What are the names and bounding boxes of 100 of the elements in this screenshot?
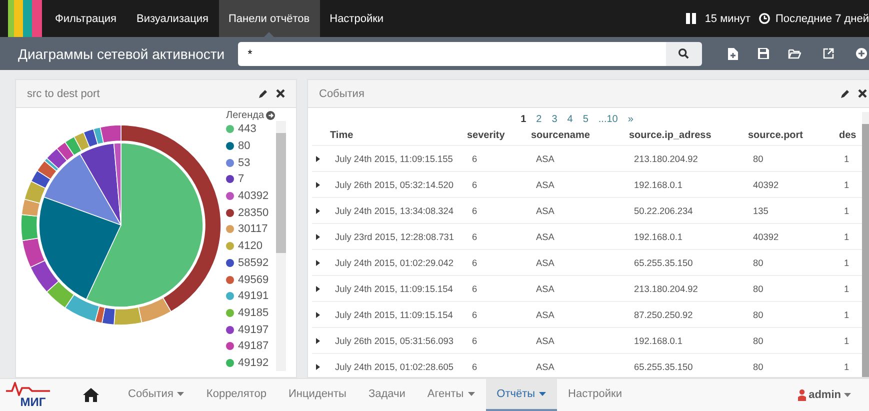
table-cell-text: 80: [752, 154, 764, 164]
table-cell-text: 6: [471, 310, 478, 320]
table-cell-text: 80: [752, 336, 764, 346]
legend-item[interactable]: 49192: [226, 354, 276, 372]
add-icon[interactable]: [854, 46, 869, 60]
expand-icon[interactable]: [316, 364, 322, 370]
save-icon[interactable]: [756, 46, 771, 60]
nav-item[interactable]: Отчёты: [486, 379, 558, 411]
table-cell-text: 192.168.0.1: [633, 336, 684, 346]
expand-icon[interactable]: [316, 208, 322, 214]
page-link[interactable]: 5: [578, 114, 594, 125]
search-field[interactable]: *: [238, 42, 666, 66]
time-range[interactable]: Последние 7 дней: [775, 0, 869, 37]
legend-item[interactable]: 4120: [226, 238, 276, 254]
nav-tab[interactable]: Панели отчётов: [218, 0, 320, 37]
legend-item[interactable]: 58592: [226, 254, 276, 272]
legend-item[interactable]: 28350: [226, 204, 276, 222]
table-cell-text: ASA: [535, 180, 556, 190]
table-cell-text: 6: [471, 284, 478, 294]
legend-item[interactable]: 49191: [226, 288, 276, 305]
legend-item[interactable]: 49185: [226, 304, 276, 322]
table-cell-text: ASA: [535, 258, 556, 268]
table-cell-text: July 24th 2015, 11:09:15.154: [334, 284, 454, 294]
table-cell-text: July 23rd 2015, 12:28:08.731: [334, 232, 456, 242]
table-cell-text: ASA: [535, 232, 556, 242]
column-header[interactable]: sourcename: [531, 130, 629, 140]
column-header[interactable]: severity: [467, 130, 531, 140]
table-cell-text: 1: [843, 284, 850, 294]
table-cell-text: 1: [843, 362, 850, 372]
column-header[interactable]: source.port: [748, 130, 839, 140]
refresh-interval[interactable]: 15 минут: [704, 0, 750, 37]
new-file-icon[interactable]: [726, 46, 740, 60]
table-cell-text: July 26th 2015, 05:31:56.093: [334, 336, 455, 346]
logo-stripes-icon: [8, 0, 42, 37]
logo-text: МИГ: [20, 396, 46, 408]
nav-tab[interactable]: Настройки: [320, 0, 394, 37]
table-cell-text: 6: [471, 206, 478, 216]
table-cell-text: 192.168.0.1: [633, 232, 684, 242]
nav-item[interactable]: Задачи: [357, 379, 416, 411]
table-cell-text: 1: [843, 336, 850, 346]
panel-title: src to dest port: [27, 88, 101, 100]
legend-item[interactable]: 443: [226, 121, 276, 138]
page-link[interactable]: »: [622, 114, 638, 125]
table-cell-text: 135: [752, 206, 770, 216]
table-cell-text: 6: [471, 362, 478, 372]
nav-item[interactable]: Инциденты: [277, 379, 358, 411]
legend-item[interactable]: 40392: [226, 188, 276, 204]
expand-icon[interactable]: [316, 260, 322, 266]
nav-tab[interactable]: Визуализация: [126, 0, 219, 37]
table-cell-text: 87.250.250.92: [633, 310, 694, 320]
close-icon[interactable]: [276, 88, 286, 98]
legend-item[interactable]: 49569: [226, 271, 276, 288]
nav-item[interactable]: Агенты: [416, 379, 486, 411]
nav-item[interactable]: Настройки: [557, 379, 633, 411]
user-menu[interactable]: admin: [798, 379, 851, 411]
close-icon[interactable]: [858, 88, 868, 98]
page-link[interactable]: 4: [562, 114, 578, 125]
expand-icon[interactable]: [316, 338, 322, 344]
column-header[interactable]: des: [839, 130, 862, 140]
table-cell-text: 213.180.204.92: [633, 154, 699, 164]
page-link[interactable]: 2: [531, 114, 547, 125]
table-cell-text: ASA: [535, 362, 556, 372]
external-link-icon[interactable]: [822, 46, 836, 60]
legend-item[interactable]: 53: [226, 154, 276, 172]
nav-item[interactable]: События: [117, 379, 196, 411]
caret-icon: [177, 392, 184, 396]
table-cell-text: ASA: [535, 310, 556, 320]
legend-item[interactable]: 49187: [226, 338, 276, 355]
search-button[interactable]: [666, 42, 702, 66]
page-link[interactable]: 3: [546, 114, 562, 125]
scrollbar[interactable]: [276, 121, 286, 371]
table-cell-text: 40392: [752, 232, 780, 242]
legend-title[interactable]: Легенда: [226, 110, 286, 121]
column-header[interactable]: source.ip_adress: [629, 130, 748, 140]
expand-icon[interactable]: [316, 182, 322, 188]
legend-item[interactable]: 30117: [226, 221, 276, 238]
expand-icon[interactable]: [316, 156, 322, 162]
edit-icon[interactable]: [258, 88, 268, 98]
folder-icon[interactable]: [788, 46, 802, 60]
column-header[interactable]: Time: [330, 130, 467, 140]
expand-icon[interactable]: [316, 234, 322, 240]
edit-icon[interactable]: [840, 88, 850, 98]
table-cell-text: 1: [843, 258, 850, 268]
nav-item[interactable]: Коррелятор: [195, 379, 278, 411]
legend-item[interactable]: 80: [226, 138, 276, 154]
legend-item[interactable]: 49197: [226, 321, 276, 338]
expand-icon[interactable]: [316, 312, 322, 318]
table-cell-text: ASA: [535, 336, 556, 346]
table-cell-text: 40392: [752, 180, 780, 190]
table-cell-text: 1: [843, 310, 850, 320]
page-link[interactable]: ...10: [593, 114, 623, 125]
table-cell-text: 1: [843, 206, 850, 216]
page-link[interactable]: 1: [516, 114, 532, 125]
nav-tab[interactable]: Фильтрация: [45, 0, 126, 37]
expand-icon[interactable]: [316, 286, 322, 292]
legend-item[interactable]: 7: [226, 171, 276, 188]
table-cell-text: 50.22.206.234: [633, 206, 694, 216]
table-cell-text: ASA: [535, 284, 556, 294]
pause-icon[interactable]: [686, 13, 696, 24]
arrow-circle-icon[interactable]: [266, 111, 276, 120]
